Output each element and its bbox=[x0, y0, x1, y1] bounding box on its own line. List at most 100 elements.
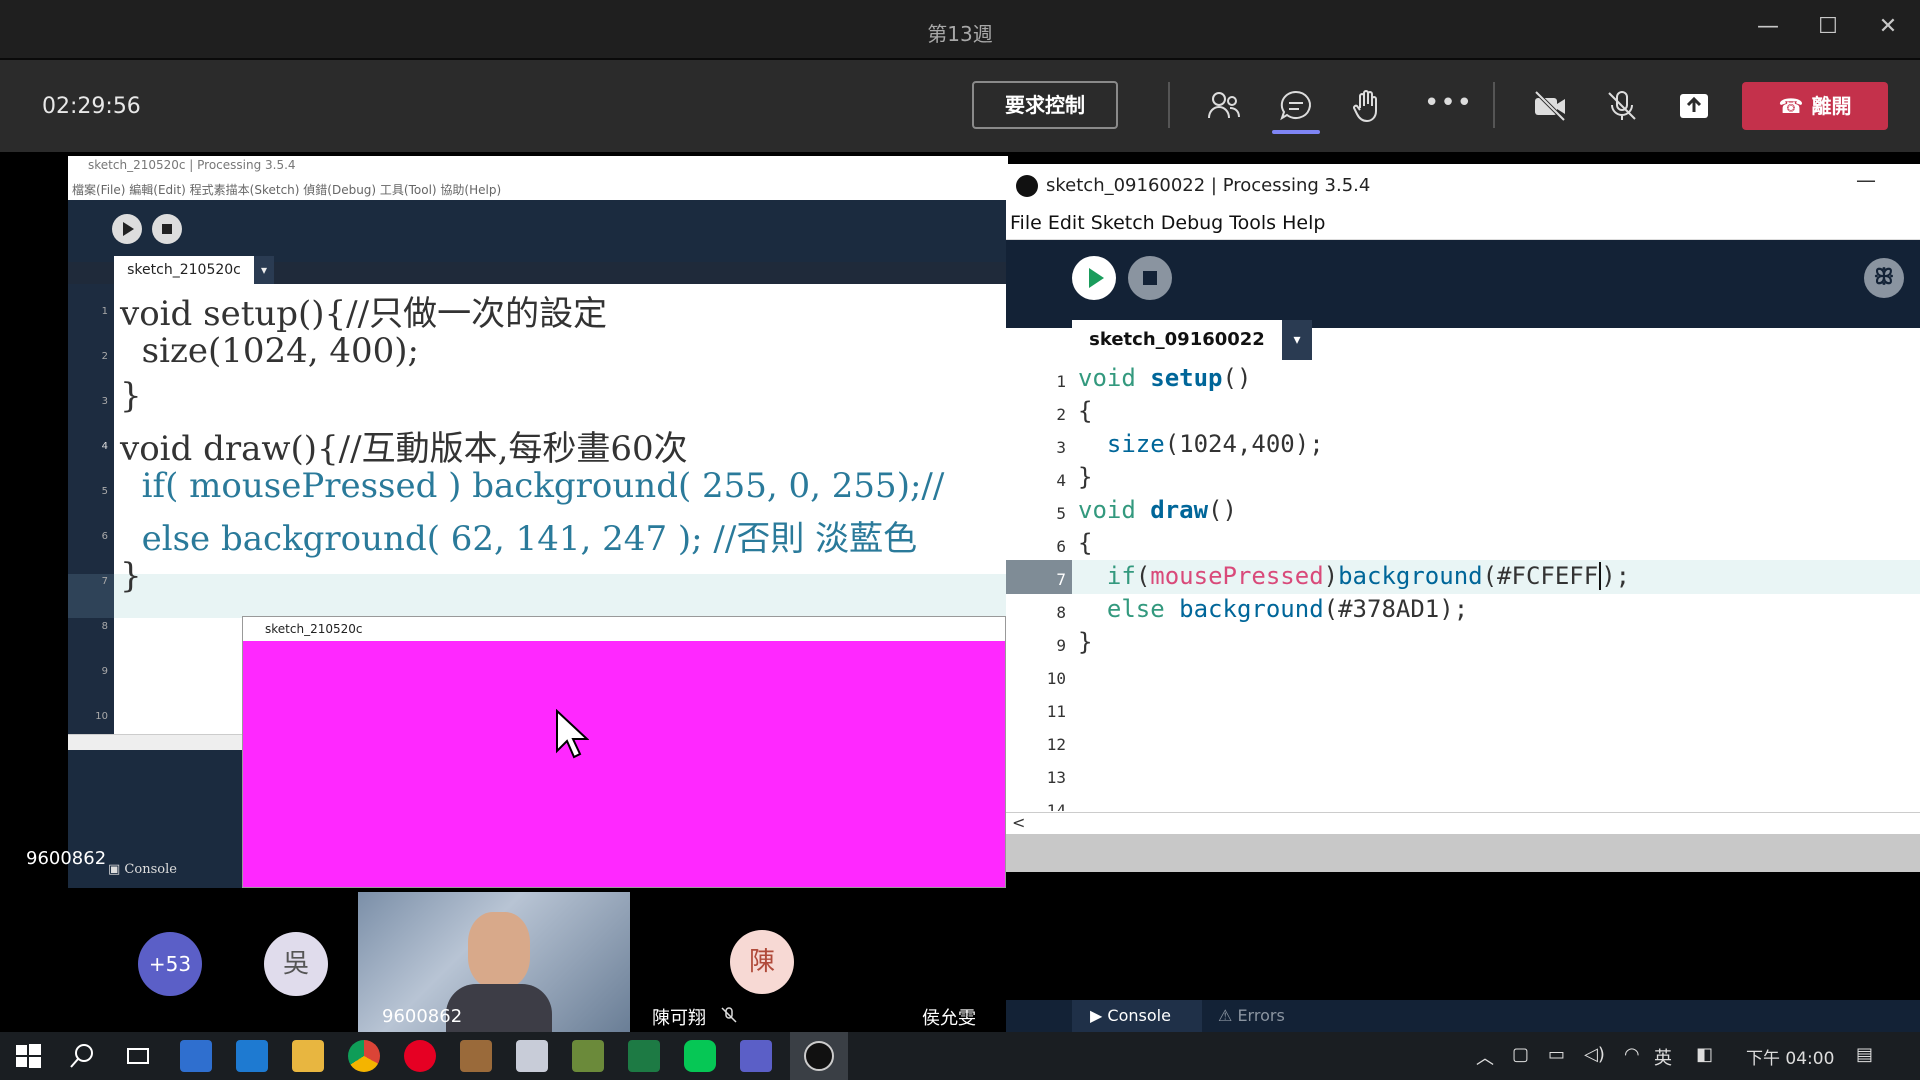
errors-tab[interactable]: ⚠ Errors bbox=[1206, 1000, 1285, 1032]
line-number: 12 bbox=[1046, 735, 1066, 754]
shared-window-title: sketch_210520c | Processing 3.5.4 bbox=[68, 156, 1008, 178]
close-icon[interactable]: ✕ bbox=[1868, 14, 1908, 39]
volume-icon[interactable]: ◁) bbox=[1584, 1044, 1605, 1065]
console-tab[interactable]: ▶ Console bbox=[1072, 1000, 1202, 1032]
ime-indicator[interactable]: 英 bbox=[1654, 1044, 1672, 1070]
shared-tab-menu-arrow: ▾ bbox=[254, 256, 274, 284]
taskbar-clock[interactable]: 下午 04:00 bbox=[1746, 1044, 1834, 1069]
line-number: 8 bbox=[101, 621, 108, 632]
wifi-icon[interactable]: ◠ bbox=[1624, 1044, 1640, 1065]
code-token: setup bbox=[1150, 364, 1223, 392]
mic-muted-icon[interactable] bbox=[1604, 88, 1640, 124]
menu-file[interactable]: File bbox=[1010, 212, 1042, 234]
line-number: 10 bbox=[1046, 669, 1066, 688]
search-icon[interactable] bbox=[66, 1040, 98, 1072]
editor-minimize-icon[interactable]: — bbox=[1856, 168, 1876, 192]
teams-icon[interactable] bbox=[740, 1040, 772, 1072]
console-divider[interactable] bbox=[1006, 834, 1920, 872]
more-participants-badge[interactable]: +53 bbox=[138, 932, 202, 996]
meet-now-icon[interactable]: ▢ bbox=[1512, 1044, 1529, 1065]
store-icon[interactable] bbox=[180, 1040, 212, 1072]
file-explorer-icon[interactable] bbox=[292, 1040, 324, 1072]
chrome-icon[interactable] bbox=[348, 1040, 380, 1072]
shared-current-line-highlight bbox=[68, 574, 1008, 618]
chat-icon[interactable] bbox=[1278, 88, 1314, 124]
mail-icon[interactable] bbox=[236, 1040, 268, 1072]
request-control-button[interactable]: 要求控制 bbox=[972, 81, 1118, 129]
shared-code-line: } bbox=[120, 556, 142, 596]
excel-icon[interactable] bbox=[628, 1040, 660, 1072]
person-face bbox=[468, 912, 530, 988]
pinterest-icon[interactable] bbox=[404, 1040, 436, 1072]
raise-hand-icon[interactable] bbox=[1350, 88, 1386, 124]
line-number: 3 bbox=[101, 396, 108, 407]
code-token: background bbox=[1338, 562, 1483, 590]
menu-sketch[interactable]: Sketch bbox=[1091, 212, 1155, 234]
minecraft-icon[interactable] bbox=[572, 1040, 604, 1072]
console-tab-label: Console bbox=[1107, 1006, 1171, 1025]
notifications-icon[interactable]: ▤ bbox=[1856, 1044, 1873, 1065]
debugger-butterfly-icon[interactable]: ꕥ bbox=[1864, 258, 1904, 298]
processing-taskbar-active[interactable] bbox=[790, 1032, 848, 1080]
horizontal-scrollbar[interactable]: < bbox=[1006, 812, 1920, 834]
play-icon bbox=[123, 222, 134, 236]
line-number: 1 bbox=[101, 306, 108, 317]
processing-icon bbox=[804, 1041, 834, 1071]
editor-menu-bar: File Edit Sketch Debug Tools Help bbox=[1006, 208, 1920, 240]
maximize-icon[interactable]: ☐ bbox=[1808, 14, 1848, 39]
errors-tab-label: Errors bbox=[1237, 1006, 1285, 1025]
line-number: 1 bbox=[1056, 372, 1066, 391]
shared-code-line: void setup(){//只做一次的設定 bbox=[120, 294, 608, 334]
participants-icon[interactable] bbox=[1206, 88, 1242, 124]
minimize-icon[interactable]: — bbox=[1748, 14, 1788, 39]
scroll-left-arrow[interactable]: < bbox=[1012, 813, 1025, 832]
code-token: void bbox=[1078, 496, 1136, 524]
share-screen-icon[interactable] bbox=[1676, 88, 1712, 124]
code-token: draw bbox=[1150, 496, 1209, 524]
phone-hangup-icon: ☎ bbox=[1778, 94, 1804, 118]
meeting-timer: 02:29:56 bbox=[42, 94, 141, 119]
more-options-icon[interactable]: ••• bbox=[1424, 88, 1473, 118]
app-icon[interactable] bbox=[516, 1040, 548, 1072]
mouse-cursor-icon bbox=[556, 709, 589, 759]
camera-off-icon[interactable] bbox=[1532, 88, 1568, 124]
shared-run-button bbox=[112, 214, 142, 244]
code-token: void bbox=[1078, 364, 1136, 392]
sketch-output-window: sketch_210520c bbox=[242, 616, 1006, 888]
line-number: 14 bbox=[1046, 801, 1066, 811]
code-line: void draw() bbox=[1078, 496, 1237, 524]
stop-icon bbox=[162, 224, 172, 234]
game-app-icon[interactable] bbox=[460, 1040, 492, 1072]
run-button[interactable] bbox=[1072, 256, 1116, 300]
task-view-icon[interactable] bbox=[122, 1040, 154, 1072]
leave-label: 離開 bbox=[1811, 94, 1852, 118]
sketch-canvas bbox=[243, 641, 1005, 887]
processing-editor-window: sketch_09160022 | Processing 3.5.4 — Fil… bbox=[1006, 164, 1920, 1032]
tray-overflow-icon[interactable]: ︿ bbox=[1476, 1044, 1494, 1070]
line-number: 9 bbox=[1056, 636, 1066, 655]
menu-help[interactable]: Help bbox=[1282, 212, 1325, 234]
tab-menu-arrow[interactable]: ▾ bbox=[1282, 320, 1312, 360]
line-number: 5 bbox=[101, 486, 108, 497]
shared-toolbar bbox=[68, 200, 1008, 262]
windows-start-icon[interactable] bbox=[12, 1040, 44, 1072]
shared-code-line: } bbox=[120, 376, 142, 416]
participant-video: 9600862 bbox=[358, 892, 630, 1032]
editor-window-title: sketch_09160022 | Processing 3.5.4 bbox=[1006, 164, 1920, 208]
warning-icon: ⚠ bbox=[1218, 1006, 1238, 1025]
shared-sketch-tab: sketch_210520c bbox=[114, 256, 254, 284]
sketch-tab[interactable]: sketch_09160022 bbox=[1072, 320, 1282, 360]
shared-console-label: Console bbox=[124, 862, 177, 877]
stop-button[interactable] bbox=[1128, 256, 1172, 300]
menu-edit[interactable]: Edit bbox=[1048, 212, 1085, 234]
menu-debug[interactable]: Debug bbox=[1161, 212, 1223, 234]
line-number: 7 bbox=[101, 576, 108, 587]
menu-tools[interactable]: Tools bbox=[1229, 212, 1276, 234]
shared-code-line: if( mousePressed ) background( 255, 0, 2… bbox=[120, 466, 945, 506]
code-line: void setup() bbox=[1078, 364, 1252, 392]
line-app-icon[interactable] bbox=[684, 1040, 716, 1072]
line-number: 6 bbox=[101, 531, 108, 542]
ime-mode-icon[interactable]: ◧ bbox=[1696, 1044, 1713, 1065]
battery-icon[interactable]: ▭ bbox=[1548, 1044, 1565, 1065]
leave-button[interactable]: ☎ 離開 bbox=[1742, 82, 1888, 130]
